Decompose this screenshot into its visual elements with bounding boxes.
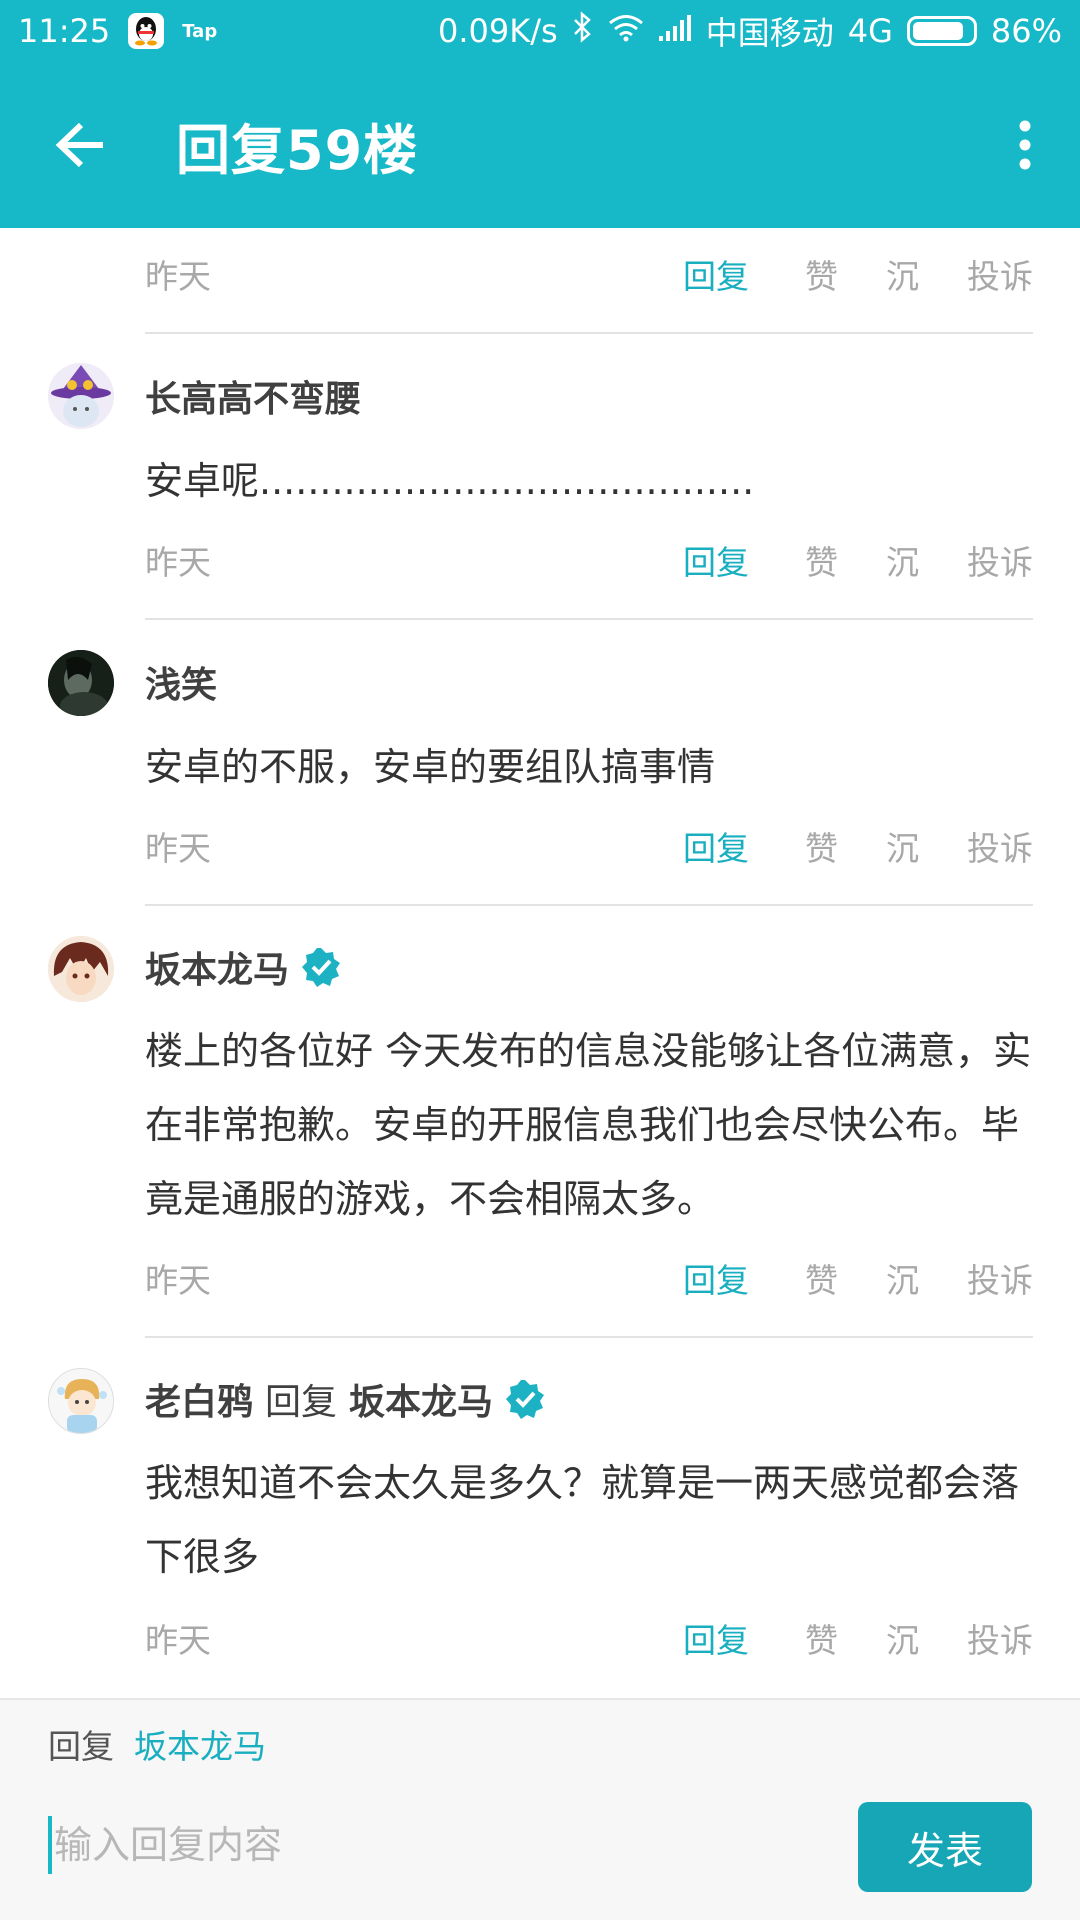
comment-author[interactable]: 坂本龙马: [145, 941, 341, 993]
sink-button[interactable]: 沉: [886, 1254, 919, 1302]
like-button[interactable]: 赞: [805, 1614, 838, 1662]
like-button[interactable]: 赞: [805, 822, 838, 870]
sink-button[interactable]: 沉: [886, 250, 919, 298]
author-name[interactable]: 坂本龙马: [145, 941, 289, 993]
comment-author[interactable]: 长高高不弯腰: [145, 370, 361, 422]
reply-to-label: 回复 坂本龙马: [48, 1720, 266, 1768]
like-button[interactable]: 赞: [805, 250, 838, 298]
sink-button[interactable]: 沉: [886, 822, 919, 870]
send-button[interactable]: 发表: [858, 1802, 1032, 1892]
reply-button[interactable]: 回复: [683, 250, 763, 298]
sink-button[interactable]: 沉: [886, 536, 919, 584]
sink-button[interactable]: 沉: [886, 1614, 919, 1662]
author-name[interactable]: 老白鸦: [145, 1373, 253, 1425]
bluetooth-icon: [572, 11, 594, 51]
wifi-icon: [608, 12, 644, 50]
report-button[interactable]: 投诉: [967, 1614, 1033, 1662]
author-name[interactable]: 长高高不弯腰: [145, 370, 361, 422]
comment-time: 昨天: [145, 543, 211, 582]
comment-text: 我想知道不会太久是多久？就算是一两天感觉都会落下很多: [145, 1461, 1020, 1579]
page-title: 回复59楼: [176, 118, 419, 182]
report-button[interactable]: 投诉: [967, 250, 1033, 298]
comment-action-row: 昨天 回复 赞 沉 投诉: [145, 244, 1033, 304]
comment-action-row: 昨天 回复 赞 沉 投诉: [145, 1608, 1033, 1668]
comment-time: 昨天: [145, 1621, 211, 1660]
qq-icon: [128, 13, 165, 49]
comment-list[interactable]: 昨天 回复 赞 沉 投诉 长高高不弯腰 安卓呢.................…: [0, 228, 1080, 1698]
divider: [145, 1336, 1033, 1338]
status-bar: 11:25 Tap 0.09K/s 中国移动 4G 86%: [0, 0, 1080, 62]
battery-percent: 86%: [990, 12, 1062, 50]
comment-time: 昨天: [145, 257, 211, 296]
carrier: 中国移动: [705, 14, 834, 52]
divider: [145, 618, 1033, 620]
reply-button[interactable]: 回复: [683, 1254, 763, 1302]
app-bar: 回复59楼: [0, 62, 1080, 228]
tap-icon: Tap: [182, 20, 218, 42]
net-speed: 0.09K/s: [438, 12, 558, 50]
reply-target-name[interactable]: 坂本龙马: [349, 1373, 493, 1425]
comment-text: 楼上的各位好 今天发布的信息没能够让各位满意，实在非常抱歉。安卓的开服信息我们也…: [145, 1029, 1032, 1221]
reply-word: 回复: [265, 1382, 338, 1423]
reply-target[interactable]: 坂本龙马: [134, 1727, 266, 1766]
reply-button[interactable]: 回复: [683, 536, 763, 584]
chibi-avatar[interactable]: [48, 1368, 114, 1434]
back-button[interactable]: [0, 62, 166, 228]
comment-text: 安卓呢.....................................…: [145, 459, 755, 503]
report-button[interactable]: 投诉: [967, 536, 1033, 584]
more-vertical-icon: [1019, 120, 1031, 170]
comment-action-row: 昨天 回复 赞 沉 投诉: [145, 816, 1033, 876]
comment-author[interactable]: 浅笑: [145, 656, 217, 708]
arrow-left-icon: [55, 122, 103, 168]
verified-badge-icon: [302, 948, 341, 987]
comment-time: 昨天: [145, 1261, 211, 1300]
reply-button[interactable]: 回复: [683, 822, 763, 870]
like-button[interactable]: 赞: [805, 536, 838, 584]
divider: [145, 904, 1033, 906]
comment-action-row: 昨天 回复 赞 沉 投诉: [145, 530, 1033, 590]
dark-portrait-avatar[interactable]: [48, 650, 114, 716]
comment-author[interactable]: 老白鸦 回复 坂本龙马: [145, 1373, 545, 1425]
reply-input[interactable]: [52, 1815, 752, 1875]
report-button[interactable]: 投诉: [967, 822, 1033, 870]
signal-icon: [658, 12, 692, 50]
battery-icon: [906, 16, 977, 46]
reply-input-wrapper[interactable]: [48, 1810, 828, 1880]
like-button[interactable]: 赞: [805, 1254, 838, 1302]
reply-label: 回复: [48, 1727, 114, 1766]
comment-text: 安卓的不服，安卓的要组队搞事情: [145, 745, 716, 789]
author-name[interactable]: 浅笑: [145, 656, 217, 708]
status-time: 11:25: [18, 12, 111, 50]
report-button[interactable]: 投诉: [967, 1254, 1033, 1302]
anime-boy-avatar[interactable]: [48, 936, 114, 1002]
divider: [145, 332, 1033, 334]
wizard-cat-avatar[interactable]: [48, 363, 114, 429]
verified-badge-icon: [506, 1380, 545, 1419]
comment-action-row: 昨天 回复 赞 沉 投诉: [145, 1248, 1033, 1308]
reply-button[interactable]: 回复: [683, 1614, 763, 1662]
network-type: 4G: [847, 12, 893, 50]
comment-time: 昨天: [145, 829, 211, 868]
more-options-button[interactable]: [970, 62, 1080, 228]
reply-composer: 回复坂本龙马 发表: [0, 1698, 1080, 1920]
